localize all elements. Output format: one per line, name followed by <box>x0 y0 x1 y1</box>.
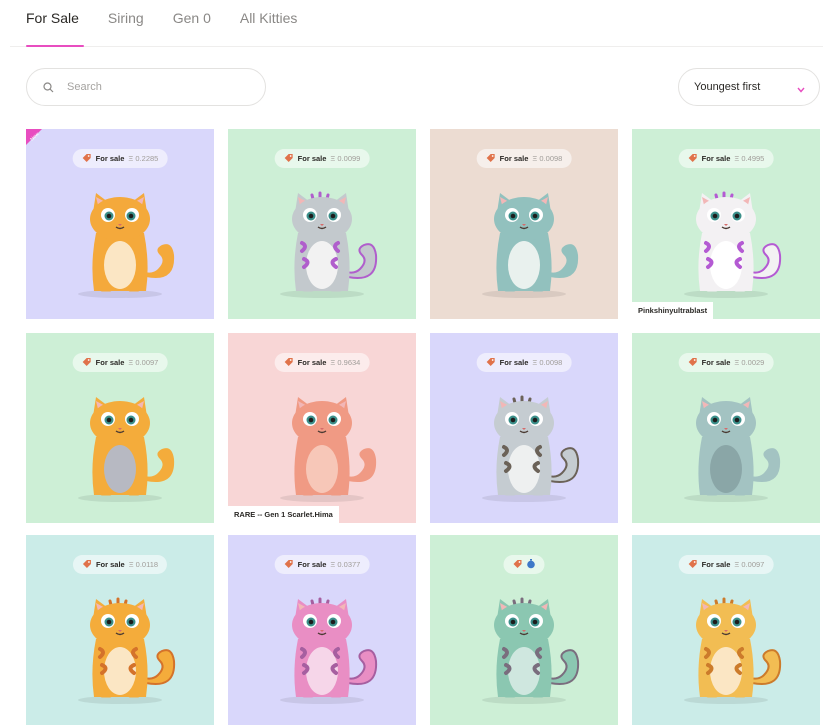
sort-label: Youngest first <box>694 81 761 93</box>
sale-label: For sale <box>95 154 125 163</box>
tag-icon <box>82 357 92 369</box>
tag-icon <box>284 357 294 369</box>
tag-icon <box>284 559 294 571</box>
price: Ξ 0.0097 <box>128 358 159 367</box>
kitty-card[interactable]: For sale Ξ 0.4995 Pinkshinyultrablast <box>632 129 820 319</box>
price: Ξ 0.0098 <box>532 154 563 163</box>
timer-icon <box>527 558 536 571</box>
price: Ξ 0.4995 <box>734 154 765 163</box>
kitty-card[interactable]: For sale Ξ 0.0099 <box>228 129 416 319</box>
sale-label: For sale <box>95 358 125 367</box>
kitty-card[interactable]: For sale Ξ 0.9634 RARE -- Gen 1 Scarlet.H… <box>228 333 416 523</box>
kitty-image <box>58 385 182 510</box>
kitty-image <box>58 181 182 306</box>
kitty-image <box>462 181 586 306</box>
sale-label: For sale <box>701 358 731 367</box>
kitty-card[interactable]: For sale Ξ 0.0098 <box>430 333 618 523</box>
tab-siring[interactable]: Siring <box>108 8 144 28</box>
kitty-image <box>664 181 788 306</box>
kitty-card[interactable] <box>430 535 618 725</box>
sale-badge: For sale Ξ 0.2285 <box>72 149 168 168</box>
kitty-image <box>260 181 384 306</box>
kitty-image <box>260 587 384 712</box>
tag-icon <box>688 559 698 571</box>
price: Ξ 0.0098 <box>532 358 563 367</box>
tabs-divider <box>10 46 823 47</box>
sale-badge: For sale Ξ 0.0097 <box>72 353 168 372</box>
active-tab-indicator <box>26 45 84 47</box>
kitty-image <box>664 385 788 510</box>
kitty-card[interactable]: For sale Ξ 0.0118 <box>26 535 214 725</box>
search-input[interactable] <box>65 80 249 94</box>
tag-icon <box>82 153 92 165</box>
new-ribbon: New <box>26 129 54 157</box>
price: Ξ 0.0118 <box>128 560 159 569</box>
kitty-card[interactable]: For sale Ξ 0.0377 <box>228 535 416 725</box>
sale-label: For sale <box>95 560 125 569</box>
sale-badge: For sale Ξ 0.9634 <box>274 353 370 372</box>
tag-icon <box>486 357 496 369</box>
sale-badge: For sale Ξ 0.0377 <box>274 555 370 574</box>
kitty-image <box>462 385 586 510</box>
sort-dropdown[interactable]: Youngest first <box>678 68 820 106</box>
tag-icon <box>688 153 698 165</box>
price: Ξ 0.0377 <box>330 560 361 569</box>
sale-label: For sale <box>297 154 327 163</box>
tag-icon <box>486 153 496 165</box>
sale-badge: For sale Ξ 0.0098 <box>476 353 572 372</box>
sale-badge: For sale Ξ 0.0098 <box>476 149 572 168</box>
search-icon <box>43 79 59 95</box>
tab-for-sale[interactable]: For Sale <box>26 8 79 28</box>
price: Ξ 0.9634 <box>330 358 361 367</box>
sale-badge: For sale Ξ 0.4995 <box>678 149 774 168</box>
kitty-name: Pinkshinyultrablast <box>632 302 714 319</box>
sale-badge: For sale Ξ 0.0099 <box>274 149 370 168</box>
sale-badge <box>503 555 545 574</box>
sale-badge: For sale Ξ 0.0029 <box>678 353 774 372</box>
tab-bar: For Sale Siring Gen 0 All Kitties <box>26 8 326 28</box>
sale-badge: For sale Ξ 0.0097 <box>678 555 774 574</box>
kitty-name: RARE -- Gen 1 Scarlet.Hima <box>228 506 339 523</box>
tag-icon <box>688 357 698 369</box>
kitty-image <box>58 587 182 712</box>
sale-label: For sale <box>297 560 327 569</box>
tag-icon <box>284 153 294 165</box>
kitty-image <box>260 385 384 510</box>
kitty-image <box>462 587 586 712</box>
kitty-card[interactable]: New For sale Ξ 0.2285 <box>26 129 214 319</box>
tab-gen-0[interactable]: Gen 0 <box>173 8 211 28</box>
sale-label: For sale <box>499 154 529 163</box>
sale-label: For sale <box>499 358 529 367</box>
tab-all-kitties[interactable]: All Kitties <box>240 8 298 28</box>
price: Ξ 0.0029 <box>734 358 765 367</box>
kitty-image <box>664 587 788 712</box>
sale-label: For sale <box>701 560 731 569</box>
price: Ξ 0.2285 <box>128 154 159 163</box>
tag-icon <box>82 559 92 571</box>
search-box[interactable] <box>26 68 266 106</box>
kitty-card[interactable]: For sale Ξ 0.0097 <box>26 333 214 523</box>
price: Ξ 0.0099 <box>330 154 361 163</box>
tag-icon <box>513 559 523 571</box>
kitty-card[interactable]: For sale Ξ 0.0098 <box>430 129 618 319</box>
sale-label: For sale <box>701 154 731 163</box>
sale-label: For sale <box>297 358 327 367</box>
chevron-down-icon <box>797 84 805 96</box>
kitty-card[interactable]: For sale Ξ 0.0097 <box>632 535 820 725</box>
price: Ξ 0.0097 <box>734 560 765 569</box>
sale-badge: For sale Ξ 0.0118 <box>72 555 168 574</box>
kitty-card[interactable]: For sale Ξ 0.0029 <box>632 333 820 523</box>
